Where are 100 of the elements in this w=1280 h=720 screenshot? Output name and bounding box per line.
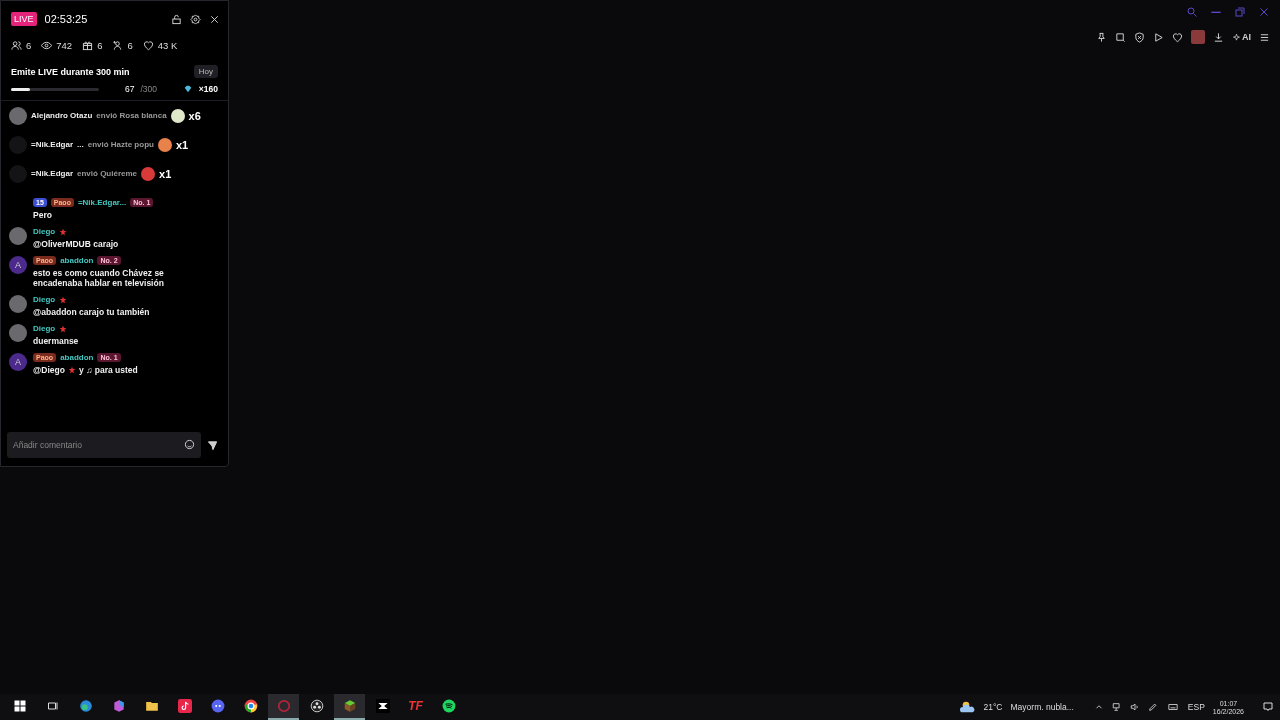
tiktok-icon xyxy=(177,699,192,713)
lock-icon xyxy=(171,13,182,25)
favorite-button[interactable] xyxy=(1172,31,1183,43)
gift-icon xyxy=(82,40,94,51)
heart-icon xyxy=(1172,31,1183,43)
chat-username: Diego xyxy=(33,324,56,333)
input-language[interactable]: ESP xyxy=(1187,702,1205,712)
pin-icon xyxy=(1096,31,1107,43)
gift-count: x1 xyxy=(159,167,172,180)
search-button[interactable] xyxy=(1186,6,1198,18)
chrome-icon xyxy=(243,699,258,713)
taskbar-app[interactable] xyxy=(268,694,299,720)
chat-username: =Nik.Edgar... xyxy=(77,198,127,207)
lock-button[interactable] xyxy=(171,13,182,25)
shield-button[interactable] xyxy=(1134,31,1145,43)
pen-icon xyxy=(1147,702,1158,712)
chat-message: y ♫ para usted xyxy=(78,365,139,375)
close-window-button[interactable] xyxy=(1258,6,1270,18)
heart-icon xyxy=(142,40,154,51)
taskbar-app[interactable] xyxy=(334,694,365,720)
minimize-button[interactable] xyxy=(1210,11,1222,13)
folder-icon xyxy=(144,699,159,713)
stream-timer: 02:53:25 xyxy=(44,13,89,25)
grass-block-icon xyxy=(342,699,357,713)
chat-message: esto es como cuando Chávez se encadenaba hablar en televisión xyxy=(33,268,165,288)
play-button[interactable] xyxy=(1153,31,1164,43)
network-icon xyxy=(1111,702,1122,712)
emoji-icon xyxy=(184,439,195,450)
chat-message: @OliverMDUB carajo xyxy=(33,239,120,249)
stat-value: 6 xyxy=(26,40,32,51)
record-icon xyxy=(276,699,291,713)
stat-value: 742 xyxy=(56,40,73,51)
obs-icon xyxy=(309,699,324,713)
settings-icon xyxy=(190,13,201,25)
eye-icon xyxy=(41,40,53,51)
tf-app-icon: TF xyxy=(408,699,423,713)
star-icon xyxy=(67,366,76,374)
close-icon xyxy=(1258,6,1270,18)
menu-icon xyxy=(1259,31,1270,43)
spotify-icon xyxy=(441,699,456,713)
diamond-icon xyxy=(182,84,193,94)
capcut-icon xyxy=(375,699,390,713)
crop-button[interactable] xyxy=(1115,31,1126,43)
download-icon xyxy=(1213,31,1224,43)
edge-browser-icon xyxy=(78,699,93,713)
minimize-icon xyxy=(1210,11,1222,13)
restore-icon xyxy=(1234,6,1246,18)
discord-icon xyxy=(210,699,225,713)
chat-message: @abaddon carajo tu también xyxy=(33,307,151,317)
settings-button[interactable] xyxy=(190,13,201,25)
sparkle-icon xyxy=(1232,32,1241,42)
gift-count: x6 xyxy=(188,109,201,122)
chat-username: abaddon xyxy=(60,353,94,362)
send-icon xyxy=(207,439,218,451)
task-view-icon xyxy=(46,700,59,712)
avatar xyxy=(9,295,27,313)
gift-sender: =Nik.Edgar xyxy=(31,169,73,178)
copilot-icon xyxy=(111,699,126,713)
windows-icon xyxy=(13,700,26,712)
chat-message: duermanse xyxy=(33,336,80,346)
live-badge: LIVE xyxy=(11,12,37,26)
cloudy-weather-icon xyxy=(959,700,976,714)
crop-icon xyxy=(1115,31,1126,43)
avatar xyxy=(9,324,27,342)
emoji-button[interactable] xyxy=(184,439,195,450)
goal-title: Emite LIVE durante 300 min xyxy=(11,66,131,77)
user-plus-icon xyxy=(112,40,124,51)
shield-x-icon xyxy=(1134,31,1145,43)
goal-tag: Hoy xyxy=(193,65,218,78)
stat-value: 6 xyxy=(127,40,133,51)
avatar xyxy=(9,106,27,125)
download-button[interactable] xyxy=(1213,31,1224,43)
menu-button[interactable] xyxy=(1259,31,1270,43)
goal-reward: ×160 xyxy=(198,84,218,94)
notifications-icon xyxy=(1262,701,1274,713)
avatar xyxy=(9,227,27,245)
goal-current: 67 xyxy=(124,84,135,94)
send-button[interactable] xyxy=(207,439,218,451)
weather-temperature: 21°C xyxy=(983,702,1003,712)
search-icon xyxy=(1186,6,1198,18)
play-icon xyxy=(1153,31,1164,43)
gift-sender: =Nik.Edgar xyxy=(31,140,73,149)
chat-message: Pero xyxy=(33,210,53,220)
goal-total: /300 xyxy=(140,84,157,94)
chat-username: abaddon xyxy=(60,256,94,265)
pin-button[interactable] xyxy=(1096,31,1107,43)
users-icon xyxy=(11,40,22,51)
gift-action: envió Hazte popu xyxy=(87,140,154,149)
gift-sender: Alejandro Otazu xyxy=(31,111,93,120)
ai-button[interactable]: AI xyxy=(1232,32,1251,42)
comment-field[interactable]: Añadir comentario xyxy=(7,432,201,458)
stat-value: 6 xyxy=(97,40,103,51)
gift-count: x1 xyxy=(175,138,189,151)
gift-action: envió Quiéreme xyxy=(77,169,138,178)
taskbar-app[interactable]: TF xyxy=(400,694,431,720)
gift-action: envió Rosa blanca xyxy=(96,111,167,120)
close-button[interactable] xyxy=(209,13,220,25)
name-ellipsis: ... xyxy=(77,140,84,149)
chat-username: Diego xyxy=(33,227,56,236)
volume-icon xyxy=(1129,702,1140,712)
